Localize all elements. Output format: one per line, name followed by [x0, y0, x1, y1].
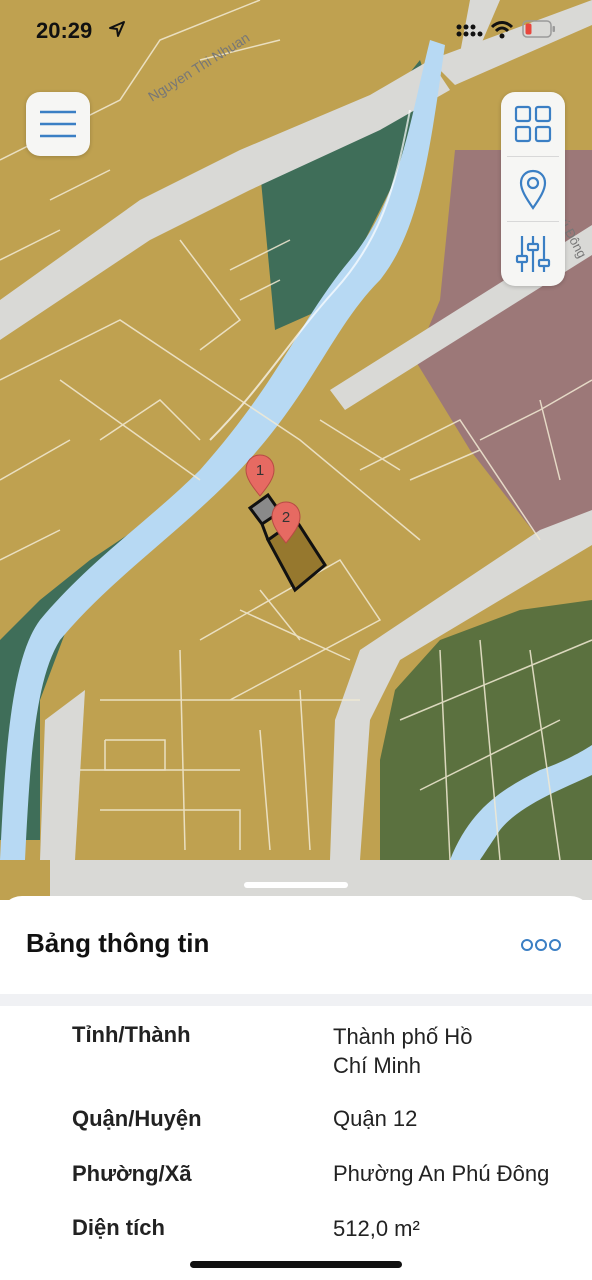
grid-icon: [514, 105, 552, 143]
district-label: Quận/Huyện: [72, 1106, 202, 1131]
sliders-icon: [515, 236, 551, 272]
wifi-icon: [490, 21, 514, 39]
location-arrow-icon: [109, 21, 125, 37]
map-tools-panel: [501, 92, 565, 286]
marker-2-label: 2: [282, 509, 290, 526]
home-indicator[interactable]: [190, 1261, 402, 1268]
area-value: 512,0 m²: [333, 1216, 420, 1241]
status-bar: 20:29: [0, 0, 592, 64]
province-value: Thành phố Hồ Chí Minh: [333, 1024, 473, 1078]
area-label: Diện tích: [72, 1215, 165, 1240]
my-location-button[interactable]: [501, 157, 565, 221]
ward-value: Phường An Phú Đông: [333, 1161, 550, 1186]
layers-button[interactable]: [501, 92, 565, 156]
province-label: Tỉnh/Thành: [72, 1022, 191, 1047]
panel-divider: [0, 994, 592, 1006]
marker-1-label: 1: [256, 462, 264, 479]
menu-button[interactable]: [26, 92, 90, 156]
info-panel: Bảng thông tin Tỉnh/Thành Thành phố Hồ C…: [0, 896, 592, 1280]
panel-title: Bảng thông tin: [26, 928, 210, 958]
location-pin-icon: [519, 169, 547, 210]
battery-icon: [522, 20, 555, 38]
more-dots-icon[interactable]: [520, 938, 562, 952]
district-value: Quận 12: [333, 1106, 418, 1131]
status-time: 20:29: [36, 18, 93, 43]
filter-button[interactable]: [501, 222, 565, 286]
signal-icon: [456, 24, 483, 37]
sheet-grabber[interactable]: [244, 882, 348, 888]
hamburger-icon: [40, 110, 76, 138]
ward-label: Phường/Xã: [72, 1161, 192, 1186]
